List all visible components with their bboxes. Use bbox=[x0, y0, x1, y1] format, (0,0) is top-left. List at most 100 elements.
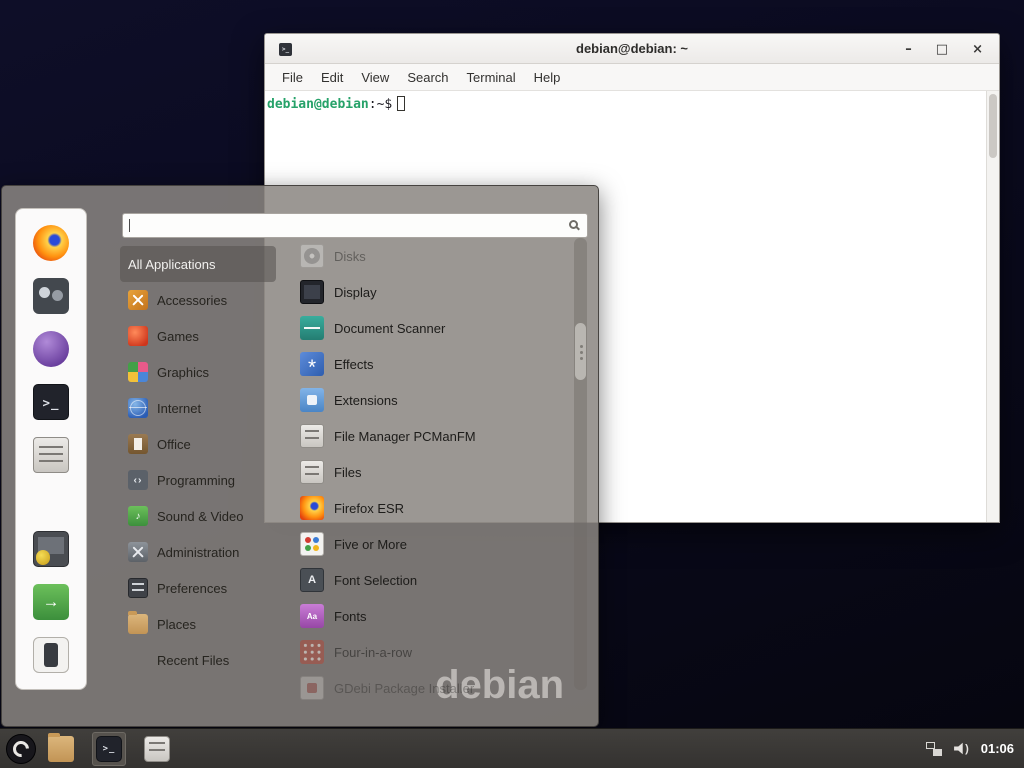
firefox-icon bbox=[300, 496, 324, 520]
window-controls: –□ × bbox=[901, 34, 987, 64]
pidgin-icon bbox=[33, 331, 69, 367]
category-label: Internet bbox=[157, 401, 201, 416]
category-places[interactable]: Places bbox=[120, 606, 276, 642]
category-all-applications[interactable]: All Applications bbox=[120, 246, 276, 282]
logout-icon bbox=[33, 584, 69, 620]
menu-scrollbar[interactable] bbox=[574, 238, 587, 690]
terminal-favorite-button[interactable] bbox=[33, 384, 69, 420]
category-preferences[interactable]: Preferences bbox=[120, 570, 276, 606]
menubar-edit[interactable]: Edit bbox=[312, 70, 352, 85]
category-label: Sound & Video bbox=[157, 509, 244, 524]
app-firefox-esr[interactable]: Firefox ESR bbox=[292, 490, 574, 526]
category-administration[interactable]: Administration bbox=[120, 534, 276, 570]
logout-button[interactable] bbox=[33, 584, 69, 620]
app-label: Fonts bbox=[334, 609, 367, 624]
effects-icon bbox=[300, 352, 324, 376]
app-document-scanner[interactable]: Document Scanner bbox=[292, 310, 574, 346]
contacts-favorite-button[interactable] bbox=[33, 278, 69, 314]
app-font-selection[interactable]: Font Selection bbox=[292, 562, 574, 598]
app-label: Display bbox=[334, 285, 377, 300]
menu-scrollbar-thumb[interactable] bbox=[575, 323, 586, 380]
category-internet[interactable]: Internet bbox=[120, 390, 276, 426]
category-sound-video[interactable]: Sound & Video bbox=[120, 498, 276, 534]
four-in-a-row-icon bbox=[300, 640, 324, 664]
category-graphics[interactable]: Graphics bbox=[120, 354, 276, 390]
app-label: Files bbox=[334, 465, 361, 480]
category-label: Recent Files bbox=[157, 653, 229, 668]
lock-screen-button[interactable] bbox=[33, 531, 69, 567]
app-label: Font Selection bbox=[334, 573, 417, 588]
preferences-icon bbox=[128, 578, 148, 598]
menu-search-box[interactable] bbox=[122, 213, 588, 238]
firefox-favorite-button[interactable] bbox=[33, 225, 69, 261]
minimize-button[interactable]: – bbox=[901, 41, 916, 58]
fonts-icon bbox=[300, 604, 324, 628]
shutdown-button[interactable] bbox=[33, 637, 69, 673]
category-recent-files[interactable]: Recent Files bbox=[120, 642, 276, 678]
menubar-help[interactable]: Help bbox=[525, 70, 570, 85]
application-list: Disks Display Document Scanner Effects Exten… bbox=[292, 238, 574, 701]
programming-icon bbox=[128, 470, 148, 490]
volume-icon[interactable]: ) bbox=[954, 742, 969, 755]
app-label: Extensions bbox=[334, 393, 398, 408]
files-favorite-button[interactable] bbox=[33, 437, 69, 473]
category-label: All Applications bbox=[128, 257, 215, 272]
app-label: Document Scanner bbox=[334, 321, 445, 336]
office-icon bbox=[128, 434, 148, 454]
app-file-manager-pcmanfm[interactable]: File Manager PCManFM bbox=[292, 418, 574, 454]
category-label: Preferences bbox=[157, 581, 227, 596]
terminal-scrollbar-thumb[interactable] bbox=[989, 94, 997, 158]
app-five-or-more[interactable]: Five or More bbox=[292, 526, 574, 562]
file-manager-launcher[interactable] bbox=[44, 732, 78, 766]
maximize-button[interactable]: □ bbox=[932, 41, 952, 58]
administration-icon bbox=[128, 542, 148, 562]
menubar-file[interactable]: File bbox=[273, 70, 312, 85]
app-gdebi-package-installer[interactable]: GDebi Package Installer bbox=[292, 670, 574, 701]
menubar-terminal[interactable]: Terminal bbox=[458, 70, 525, 85]
close-button[interactable]: × bbox=[968, 41, 987, 58]
app-effects[interactable]: Effects bbox=[292, 346, 574, 382]
applications-menu: All Applications AccessoriesGamesGraphics… bbox=[1, 185, 599, 727]
app-label: Five or More bbox=[334, 537, 407, 552]
terminal-cursor bbox=[397, 96, 405, 111]
places-icon bbox=[128, 614, 148, 634]
app-files[interactable]: Files bbox=[292, 454, 574, 490]
category-office[interactable]: Office bbox=[120, 426, 276, 462]
folder-icon bbox=[48, 736, 74, 762]
category-list: All Applications AccessoriesGamesGraphics… bbox=[120, 246, 276, 678]
terminal-titlebar[interactable]: debian@debian: ~ –□× bbox=[265, 34, 999, 64]
shutdown-icon bbox=[33, 637, 69, 673]
taskbar: ) 01:06 bbox=[0, 728, 1024, 768]
category-accessories[interactable]: Accessories bbox=[120, 282, 276, 318]
category-label: Programming bbox=[157, 473, 235, 488]
app-label: Disks bbox=[334, 249, 366, 264]
category-label: Places bbox=[157, 617, 196, 632]
app-display[interactable]: Display bbox=[292, 274, 574, 310]
extensions-icon bbox=[300, 388, 324, 412]
terminal-scrollbar[interactable] bbox=[986, 91, 999, 522]
pidgin-favorite-button[interactable] bbox=[33, 331, 69, 367]
terminal-icon bbox=[96, 736, 122, 762]
category-programming[interactable]: Programming bbox=[120, 462, 276, 498]
contacts-icon bbox=[33, 278, 69, 314]
app-fonts[interactable]: Fonts bbox=[292, 598, 574, 634]
app-four-in-a-row[interactable]: Four-in-a-row bbox=[292, 634, 574, 670]
display-icon bbox=[300, 280, 324, 304]
favorites-column bbox=[15, 208, 87, 690]
files-launcher[interactable] bbox=[140, 732, 174, 766]
app-extensions[interactable]: Extensions bbox=[292, 382, 574, 418]
files-icon bbox=[300, 460, 324, 484]
menu-button[interactable] bbox=[6, 734, 36, 764]
debian-logo-icon bbox=[6, 734, 36, 764]
menubar-search[interactable]: Search bbox=[398, 70, 457, 85]
five-or-more-icon bbox=[300, 532, 324, 556]
category-games[interactable]: Games bbox=[120, 318, 276, 354]
terminal-launcher[interactable] bbox=[92, 732, 126, 766]
search-input[interactable] bbox=[123, 214, 587, 237]
disks-icon bbox=[300, 244, 324, 268]
menubar-view[interactable]: View bbox=[352, 70, 398, 85]
network-icon[interactable] bbox=[926, 742, 942, 756]
app-label: GDebi Package Installer bbox=[334, 681, 474, 696]
clock[interactable]: 01:06 bbox=[981, 741, 1014, 756]
app-disks[interactable]: Disks bbox=[292, 238, 574, 274]
